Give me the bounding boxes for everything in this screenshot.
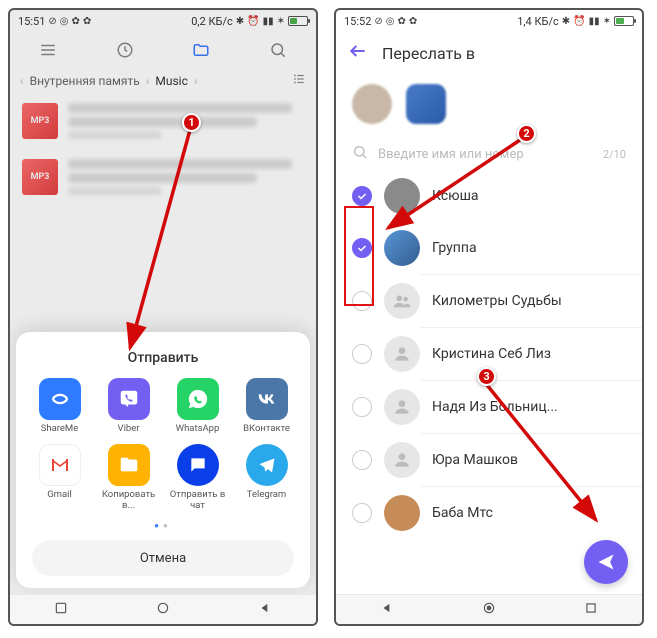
avatar bbox=[384, 389, 420, 425]
page-dots: ●● bbox=[22, 521, 304, 530]
contact-row[interactable]: Ксюша bbox=[336, 170, 642, 222]
app-viber[interactable]: Viber bbox=[95, 378, 162, 434]
send-icon bbox=[596, 552, 616, 572]
status-net: 1,4 КБ/с bbox=[517, 15, 559, 28]
phone-left: 15:51 ⊘ ◎ ✿ ✿ 0,2 КБ/с ✱ ⏰ ▮▮ ✶ ‹ bbox=[8, 8, 318, 626]
contact-name: Кристина Себ Лиз bbox=[432, 346, 551, 362]
avatar bbox=[384, 178, 420, 214]
contact-name: Ксюша bbox=[432, 188, 479, 204]
share-sheet: Отправить ShareMe Viber bbox=[16, 332, 310, 588]
recent-contacts bbox=[336, 74, 642, 138]
contact-row[interactable]: Юра Машков bbox=[336, 434, 642, 486]
nav-recent-icon[interactable] bbox=[258, 600, 272, 619]
checkbox-icon[interactable] bbox=[352, 503, 372, 523]
telegram-icon bbox=[246, 444, 288, 486]
vk-icon bbox=[246, 378, 288, 420]
contact-name: Баба Мтс bbox=[432, 505, 493, 521]
phone-right: 15:52 ⊘ ◎ ✿ ✿ 1,4 КБ/с ✱ ⏰ ▮▮ ✶ Переслат… bbox=[334, 8, 644, 626]
annotation-marker-1: 1 bbox=[182, 113, 201, 132]
copy-folder-icon bbox=[108, 444, 150, 486]
avatar[interactable] bbox=[352, 84, 392, 124]
annotation-marker-3: 3 bbox=[477, 367, 496, 386]
annotation-marker-2: 2 bbox=[517, 124, 536, 143]
search-placeholder: Введите имя или номер bbox=[378, 147, 524, 162]
alarm-icon: ⏰ bbox=[573, 16, 585, 27]
checkbox-icon[interactable] bbox=[352, 238, 372, 258]
gmail-icon bbox=[39, 444, 81, 486]
nav-back-icon[interactable] bbox=[54, 600, 68, 619]
bell-icon: ⊘ bbox=[374, 16, 382, 27]
app-vk[interactable]: ВКонтакте bbox=[233, 378, 300, 434]
nav-bar bbox=[336, 594, 642, 624]
nav-recent-icon[interactable] bbox=[584, 600, 598, 619]
settings-icon: ✿ bbox=[398, 16, 406, 27]
app-chat[interactable]: Отправить в чат bbox=[164, 444, 231, 511]
contact-row[interactable]: Баба Мтс bbox=[336, 487, 642, 539]
checkbox-icon[interactable] bbox=[352, 344, 372, 364]
nav-home-icon[interactable] bbox=[156, 600, 170, 619]
contact-name: Километры Судьбы bbox=[432, 293, 562, 309]
contact-name: Надя Из Больниц... bbox=[432, 399, 558, 415]
cancel-button[interactable]: Отмена bbox=[32, 540, 294, 576]
avatar[interactable] bbox=[406, 84, 446, 124]
forward-header: Переслать в bbox=[336, 32, 642, 74]
contact-row[interactable]: Километры Судьбы bbox=[336, 275, 642, 327]
back-arrow-icon[interactable] bbox=[348, 41, 368, 65]
selection-count: 2/10 bbox=[603, 148, 626, 161]
app-shareme[interactable]: ShareMe bbox=[26, 378, 93, 434]
whatsapp-icon bbox=[177, 378, 219, 420]
share-overlay[interactable]: Отправить ShareMe Viber bbox=[10, 10, 316, 594]
app-whatsapp[interactable]: WhatsApp bbox=[164, 378, 231, 434]
chat-bubble-icon bbox=[177, 444, 219, 486]
forward-title: Переслать в bbox=[382, 44, 475, 63]
avatar bbox=[384, 336, 420, 372]
avatar bbox=[384, 230, 420, 266]
checkbox-icon[interactable] bbox=[352, 186, 372, 206]
viber-icon bbox=[108, 378, 150, 420]
settings-icon-2: ✿ bbox=[409, 16, 417, 27]
search-icon bbox=[352, 144, 368, 164]
app-telegram[interactable]: Telegram bbox=[233, 444, 300, 511]
contact-name: Группа bbox=[432, 240, 477, 256]
contact-row[interactable]: Группа bbox=[336, 222, 642, 274]
app-gmail[interactable]: Gmail bbox=[26, 444, 93, 511]
nav-back-icon[interactable] bbox=[380, 600, 394, 619]
search-row[interactable]: Введите имя или номер 2/10 bbox=[336, 138, 642, 170]
checkbox-icon[interactable] bbox=[352, 450, 372, 470]
status-bar: 15:52 ⊘ ◎ ✿ ✿ 1,4 КБ/с ✱ ⏰ ▮▮ ✶ bbox=[336, 10, 642, 32]
checkbox-icon[interactable] bbox=[352, 291, 372, 311]
wifi-icon: ✶ bbox=[603, 16, 611, 27]
contact-row[interactable]: Надя Из Больниц... bbox=[336, 381, 642, 433]
contact-name: Юра Машков bbox=[432, 452, 518, 468]
group-avatar-icon bbox=[384, 283, 420, 319]
bluetooth-icon: ✱ bbox=[562, 16, 570, 27]
app-grid: ShareMe Viber WhatsApp bbox=[22, 378, 304, 511]
send-fab[interactable] bbox=[584, 540, 628, 584]
signal-icon: ▮▮ bbox=[589, 16, 600, 27]
app-copy[interactable]: Копировать в... bbox=[95, 444, 162, 511]
nav-bar bbox=[10, 594, 316, 624]
status-time: 15:52 bbox=[344, 15, 371, 28]
avatar bbox=[384, 495, 420, 531]
checkbox-icon[interactable] bbox=[352, 397, 372, 417]
nav-home-icon[interactable] bbox=[482, 600, 496, 619]
share-title: Отправить bbox=[22, 350, 304, 366]
shareme-icon bbox=[39, 378, 81, 420]
battery-icon bbox=[614, 16, 634, 26]
camera-icon: ◎ bbox=[386, 16, 395, 27]
avatar bbox=[384, 442, 420, 478]
